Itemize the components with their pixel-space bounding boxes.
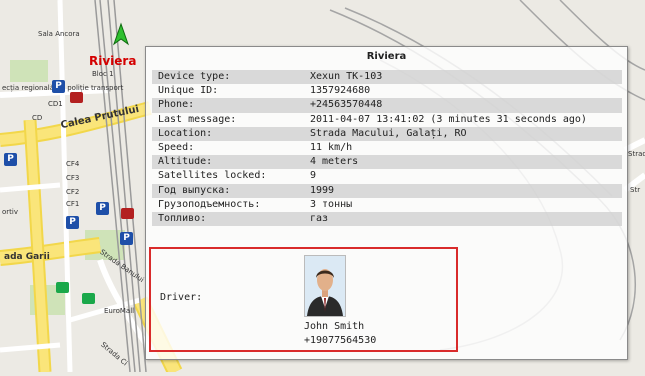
detail-value: 2011-04-07 13:41:02 (3 minutes 31 second… [310,113,587,125]
detail-row-device-type: Device type: Xexun TK-103 [152,70,622,85]
detail-key: Speed: [158,141,195,153]
bus-stop-icon[interactable] [121,208,134,219]
map-label-sala-ancora: Sala Ancora [38,30,80,38]
detail-value: Xexun TK-103 [310,71,383,82]
detail-key: Location: [158,127,213,139]
detail-row-satellites: Satellites locked: 9 [152,169,622,183]
parking-icon[interactable]: P [66,216,79,229]
map-street-right2: Strad [628,150,645,158]
detail-row-phone: Phone: +24563570448 [152,98,622,113]
detail-value: 4 meters [310,156,359,168]
detail-row-capacity: Грузоподъемность: 3 тонны [152,198,622,212]
map-label-cf1: CF1 [66,200,80,208]
detail-value: 9 [310,170,317,182]
parking-icon[interactable]: P [120,232,133,245]
detail-key: Last message: [158,113,237,125]
map-street-garii: ada Garii [4,252,50,262]
detail-key: Год выпуска: [158,184,231,196]
detail-key: Phone: [158,99,195,111]
detail-value: газ [310,212,329,224]
vehicle-details-table: Device type: Xexun TK-103 Unique ID: 135… [152,70,622,227]
detail-key: Грузоподъемность: [158,198,261,210]
detail-key: Топливо: [158,212,207,224]
detail-key: Satellites locked: [158,170,267,182]
driver-phone: +19077564530 [304,335,377,346]
detail-value: 3 тонны [310,198,353,210]
detail-row-altitude: Altitude: 4 meters [152,155,622,170]
detail-value: 1357924680 [310,85,371,97]
map-street-right: Str [630,186,641,194]
map-label-cf2: CF2 [66,188,80,196]
detail-row-unique-id: Unique ID: 1357924680 [152,84,622,98]
detail-row-speed: Speed: 11 km/h [152,141,622,155]
detail-row-last-message: Last message: 2011-04-07 13:41:02 (3 min… [152,113,622,127]
map-label-bloc1: Bloc 1 [92,70,114,78]
parking-icon[interactable]: P [96,202,109,215]
detail-row-location: Location: Strada Macului, Galați, RO [152,126,622,141]
map-label-cf3: CF3 [66,174,80,182]
tram-stop-icon[interactable] [82,293,95,304]
driver-section: Driver: John Smith +19077564530 [149,247,458,352]
map-label-cd1: CD1 [48,100,63,108]
detail-value: 1999 [310,184,335,196]
detail-value: +24563570448 [310,99,383,111]
detail-value: 11 km/h [310,141,353,153]
parking-icon[interactable]: P [52,80,65,93]
detail-row-fuel: Топливо: газ [152,211,622,227]
parking-icon[interactable]: P [4,153,17,166]
map-label-cf4: CF4 [66,160,80,168]
detail-key: Unique ID: [158,85,219,97]
driver-label: Driver: [160,292,203,303]
driver-photo [304,255,346,317]
tram-stop-icon[interactable] [56,282,69,293]
map-label-sportiv: ortiv [2,208,18,216]
map-label-cd: CD [32,114,43,122]
detail-row-year: Год выпуска: 1999 [152,183,622,198]
driver-name: John Smith [304,321,365,332]
detail-value: Strada Macului, Galați, RO [310,127,467,139]
popup-title: Riviera [366,51,407,62]
map-city-label: Riviera [89,54,137,68]
bus-stop-icon[interactable] [70,92,83,103]
detail-key: Device type: [158,71,231,82]
person-icon [305,256,345,316]
map-label-euromall: EuroMall [104,307,135,315]
detail-key: Altitude: [158,156,213,168]
